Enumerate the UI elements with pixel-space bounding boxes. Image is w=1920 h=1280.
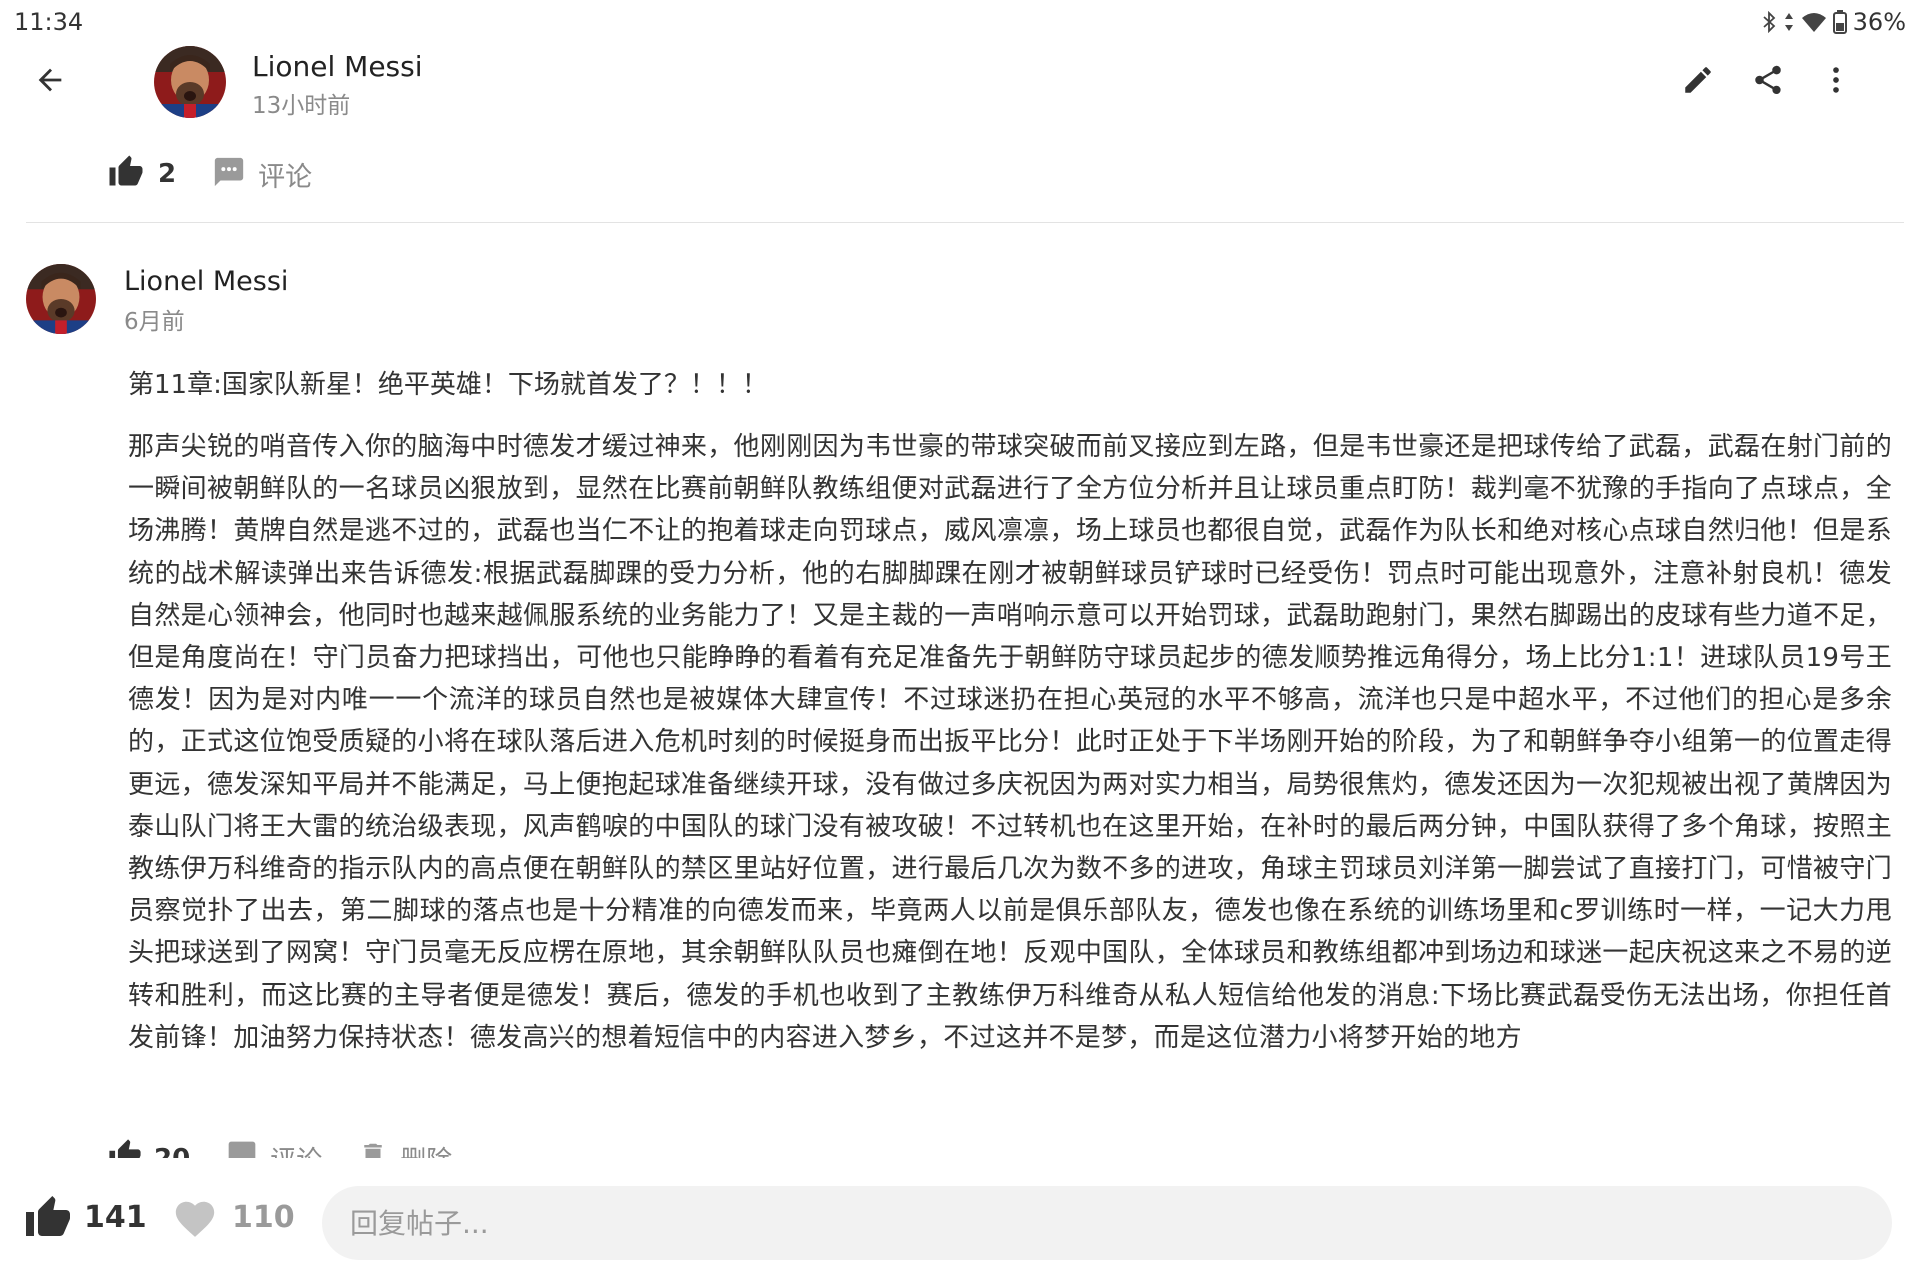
- header-author-name[interactable]: Lionel Messi: [252, 50, 423, 83]
- battery-icon: [1832, 10, 1847, 34]
- thumbs-up-icon: [24, 1196, 72, 1246]
- arrow-left-icon: [33, 63, 67, 101]
- post-detail-screen: 11:34 36% Lionel Messi 13小时前 2 评论 Lionel…: [0, 0, 1920, 1280]
- edit-button[interactable]: [1674, 58, 1722, 106]
- bottom-like-count: 141: [84, 1200, 147, 1235]
- post-comment-button[interactable]: 评论: [258, 155, 312, 194]
- comment-thumbs-up-icon[interactable]: [108, 1138, 142, 1158]
- comment-body: 那声尖锐的哨音传入你的脑海中时德发才缓过神来，他刚刚因为韦世豪的带球突破而前叉接…: [128, 432, 1892, 1053]
- battery-percent: 36%: [1852, 8, 1906, 36]
- comment-delete-button[interactable]: 删除: [400, 1140, 452, 1158]
- comment-time: 6月前: [124, 309, 185, 335]
- status-icons: 36%: [1761, 8, 1906, 36]
- status-bar: 11:34 36%: [0, 0, 1920, 44]
- header-post-time: 13小时前: [252, 93, 351, 119]
- back-button[interactable]: [24, 56, 76, 108]
- more-options-button[interactable]: [1812, 58, 1860, 106]
- status-time: 11:34: [14, 8, 84, 36]
- post-action-row: 2 评论: [108, 148, 312, 200]
- divider: [26, 222, 1904, 223]
- app-bar: Lionel Messi 13小时前: [0, 44, 1920, 124]
- author-avatar[interactable]: [154, 46, 226, 118]
- comment-like-count: 20: [154, 1144, 190, 1159]
- comment-action-row: 20 评论 删除: [108, 1128, 708, 1158]
- share-icon: [1751, 63, 1785, 101]
- favorite-button[interactable]: [172, 1196, 218, 1242]
- edit-pencil-icon: [1681, 63, 1715, 101]
- trash-icon[interactable]: [358, 1140, 388, 1158]
- data-arrows-icon: [1783, 11, 1795, 33]
- comment-author-avatar[interactable]: [26, 264, 96, 334]
- comment-reply-button[interactable]: 评论: [270, 1140, 322, 1158]
- comment-reply-icon[interactable]: [226, 1139, 258, 1158]
- favorite-count: 110: [232, 1200, 295, 1235]
- share-button[interactable]: [1744, 58, 1792, 106]
- more-vertical-icon: [1819, 63, 1853, 101]
- post-like-count: 2: [158, 159, 177, 189]
- reply-input[interactable]: [322, 1186, 1892, 1260]
- heart-icon: [172, 1201, 218, 1246]
- bottom-bar: 141 110: [0, 1160, 1920, 1280]
- bluetooth-icon: [1761, 11, 1777, 33]
- comment-author-name[interactable]: Lionel Messi: [124, 266, 288, 297]
- bottom-like-button[interactable]: [24, 1194, 72, 1242]
- comment-title: 第11章:国家队新星！绝平英雄！下场就首发了？！！！: [128, 370, 768, 400]
- comment-bubble-icon[interactable]: [212, 155, 246, 193]
- thumbs-up-icon[interactable]: [108, 154, 144, 194]
- wifi-icon: [1801, 11, 1827, 33]
